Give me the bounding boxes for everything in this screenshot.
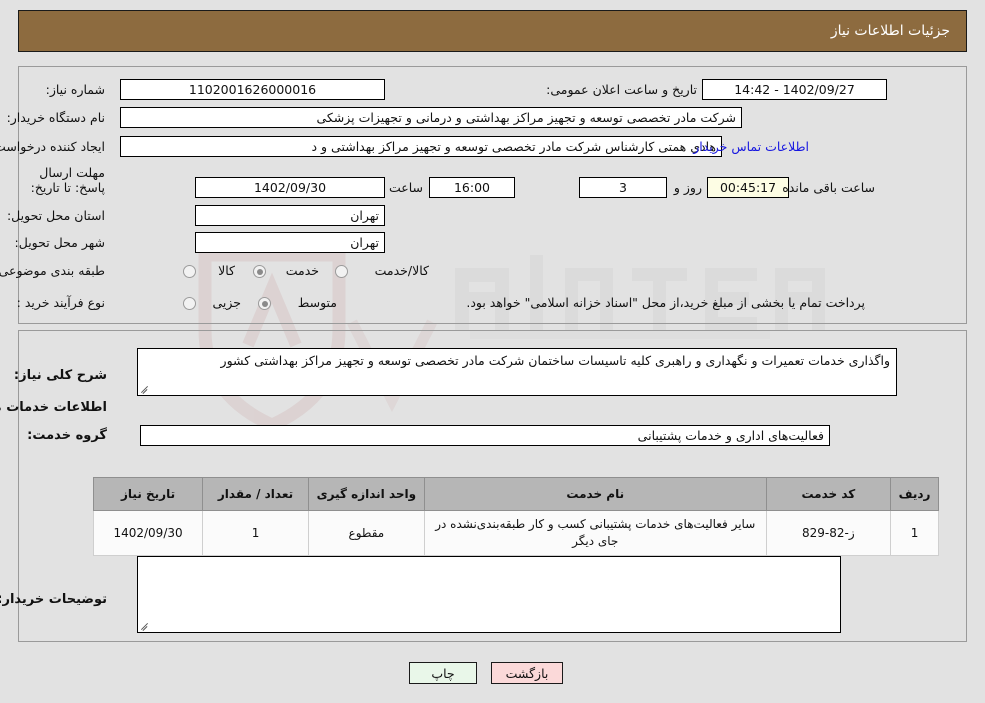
province-field[interactable]: تهران — [195, 205, 385, 226]
countdown-suffix-label: ساعت باقی مانده — [782, 180, 875, 195]
page-title: جزئیات اطلاعات نیاز — [830, 23, 950, 39]
th-unit: واحد اندازه گیری — [307, 477, 425, 511]
table-header-row: ردیف کد خدمت نام خدمت واحد اندازه گیری ت… — [92, 477, 939, 511]
deadline-label: مهلت ارسال پاسخ: تا تاریخ: — [30, 165, 105, 195]
th-qty: تعداد / مقدار — [202, 477, 309, 511]
print-button[interactable]: چاپ — [409, 662, 477, 684]
description-textarea[interactable]: واگذاری خدمات تعمیرات و نگهداری و راهبری… — [137, 348, 897, 396]
cell-row: 1 — [890, 510, 939, 556]
cell-qty: 1 — [202, 510, 309, 556]
purchase-note: پرداخت تمام یا بخشی از مبلغ خرید،از محل … — [466, 295, 865, 310]
buyer-notes-resize-handle[interactable] — [140, 620, 150, 630]
services-heading: اطلاعات خدمات مورد نیاز — [0, 400, 107, 415]
days-label: روز و — [673, 180, 702, 195]
service-group-field[interactable]: فعالیت‌های اداری و خدمات پشتیبانی — [140, 425, 830, 446]
description-label: شرح کلی نیاز: — [13, 368, 107, 383]
radio-classification-kala[interactable] — [183, 265, 196, 278]
table-row: 1 ز-82-829 سایر فعالیت‌های خدمات پشتیبان… — [92, 510, 939, 556]
buyer-org-label: نام دستگاه خریدار: — [6, 110, 105, 125]
classification-option-2-label: کالا/خدمت — [374, 263, 429, 278]
radio-classification-khedmat[interactable] — [253, 265, 266, 278]
requester-field[interactable]: هادی همتی کارشناس شرکت مادر تخصصی توسعه … — [120, 136, 722, 157]
page-root: جزئیات اطلاعات نیاز شماره نیاز: 11020016… — [0, 0, 985, 703]
deadline-time-field[interactable]: 16:00 — [429, 177, 515, 198]
announce-datetime-label: تاریخ و ساعت اعلان عمومی: — [546, 82, 697, 97]
cell-name: سایر فعالیت‌های خدمات پشتیبانی کسب و کار… — [423, 510, 767, 556]
cell-unit: مقطوع — [307, 510, 425, 556]
city-label: شهر محل تحویل: — [14, 235, 105, 250]
requester-label: ایجاد کننده درخواست: — [0, 139, 105, 154]
radio-purchase-motavasset[interactable] — [258, 297, 271, 310]
buyer-notes-label: توضیحات خریدار: — [0, 592, 107, 607]
announce-datetime-field[interactable]: 1402/09/27 - 14:42 — [702, 79, 887, 100]
services-table: ردیف کد خدمت نام خدمت واحد اندازه گیری ت… — [92, 477, 939, 556]
service-group-label: گروه خدمت: — [27, 428, 107, 443]
radio-purchase-jozei[interactable] — [183, 297, 196, 310]
page-header: جزئیات اطلاعات نیاز — [18, 10, 967, 52]
need-number-label: شماره نیاز: — [45, 82, 105, 97]
buyer-contact-link[interactable]: اطلاعات تماس خریدار — [693, 139, 809, 154]
buyer-notes-textarea[interactable] — [137, 556, 841, 633]
purchase-option-0-label: جزیی — [212, 295, 241, 310]
purchase-type-label: نوع فرآیند خرید : — [16, 295, 105, 310]
buyer-org-field[interactable]: شرکت مادر تخصصی توسعه و تجهیز مراکز بهدا… — [120, 107, 742, 128]
classification-label: طبقه بندی موضوعی: — [0, 263, 105, 278]
days-remaining-field[interactable]: 3 — [579, 177, 667, 198]
purchase-option-1-label: متوسط — [297, 295, 337, 310]
th-name: نام خدمت — [423, 477, 767, 511]
th-row: ردیف — [890, 477, 939, 511]
classification-option-0-label: کالا — [218, 263, 235, 278]
description-resize-handle[interactable] — [140, 383, 150, 393]
city-field[interactable]: تهران — [195, 232, 385, 253]
need-number-field[interactable]: 1102001626000016 — [120, 79, 385, 100]
hour-label: ساعت — [388, 180, 423, 195]
cell-date: 1402/09/30 — [92, 510, 204, 556]
deadline-date-field[interactable]: 1402/09/30 — [195, 177, 385, 198]
back-button[interactable]: بازگشت — [491, 662, 563, 684]
province-label: استان محل تحویل: — [6, 208, 105, 223]
th-code: کد خدمت — [765, 477, 892, 511]
classification-option-1-label: خدمت — [285, 263, 319, 278]
radio-classification-kala-khedmat[interactable] — [335, 265, 348, 278]
cell-code: ز-82-829 — [765, 510, 892, 556]
th-date: تاریخ نیاز — [92, 477, 204, 511]
countdown-field: 00:45:17 — [707, 177, 789, 198]
